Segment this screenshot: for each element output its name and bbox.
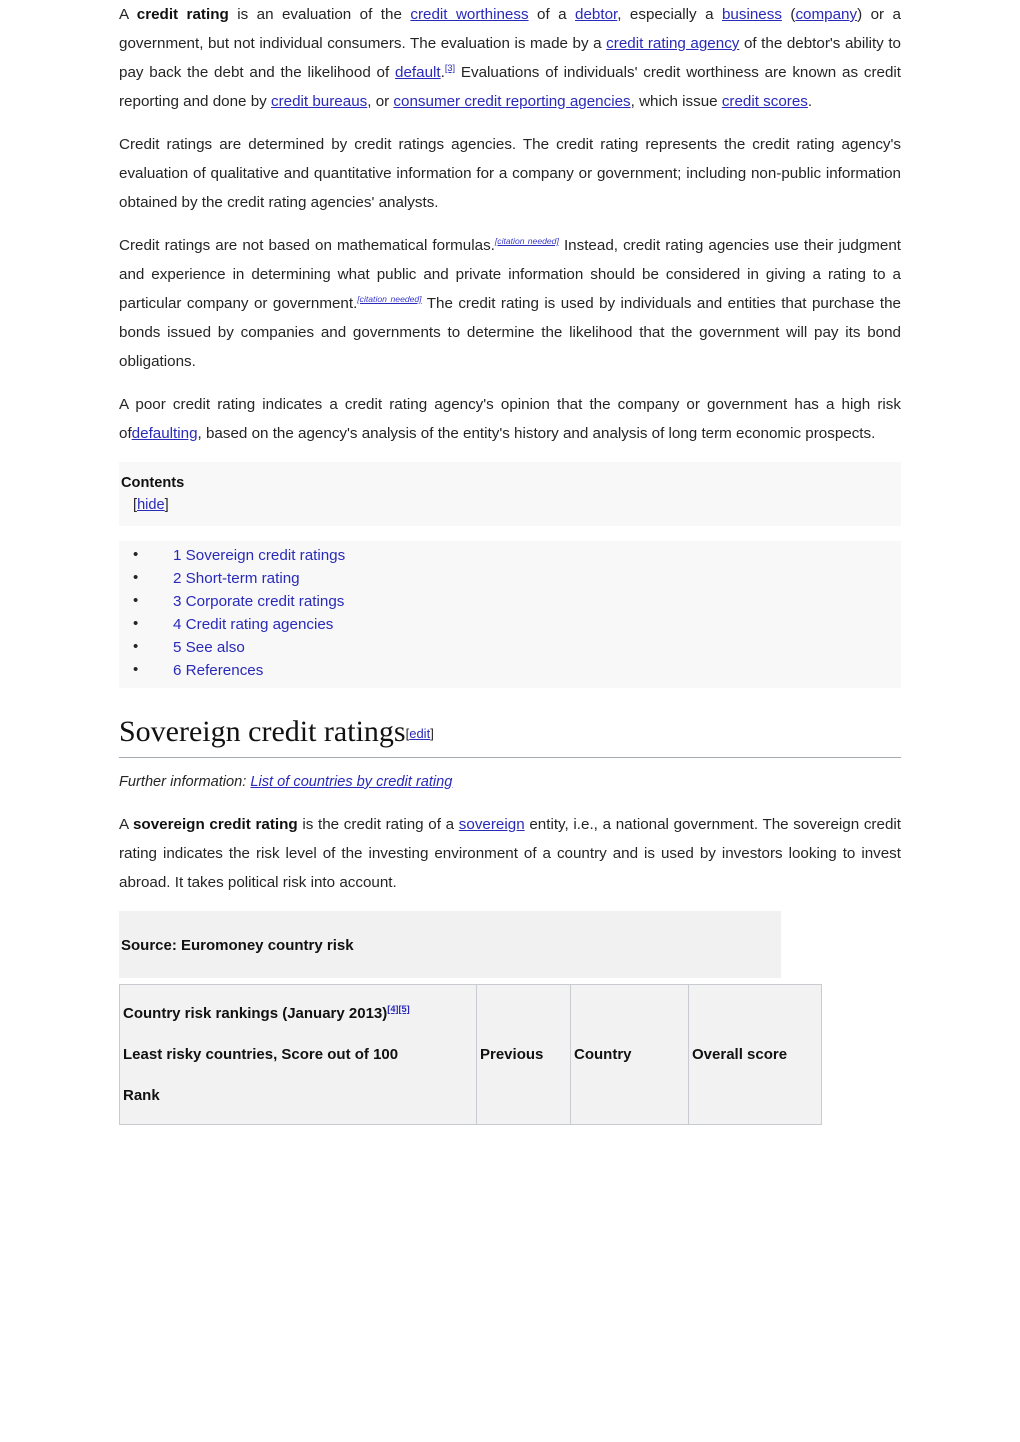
section-heading-text: Sovereign credit ratings [119, 715, 406, 748]
inline-link[interactable]: sovereign [459, 816, 525, 833]
bracket-close: ] [430, 726, 434, 741]
contents-list: 1 Sovereign credit ratings 2 Short-term … [119, 541, 901, 688]
inline-link[interactable]: business [722, 6, 782, 23]
further-information-prefix: Further information: [119, 774, 251, 790]
bold-term: sovereign credit rating [132, 816, 298, 833]
inline-link[interactable]: credit rating agency [606, 35, 739, 52]
text-run: . [807, 93, 813, 110]
list-item[interactable]: 2 Short-term rating [119, 566, 901, 590]
text-run: , based on the agency's analysis of the … [197, 425, 876, 442]
table-header-citation[interactable]: [4][5] [387, 1004, 409, 1014]
toc-link-3[interactable]: 3 Corporate credit ratings [173, 593, 344, 610]
list-item[interactable]: 5 See also [119, 635, 901, 659]
further-information-note: Further information: List of countries b… [119, 770, 901, 794]
inline-link[interactable]: defaulting [132, 425, 198, 442]
article-content: A credit rating is an evaluation of the … [119, 0, 901, 1125]
inline-link[interactable]: credit bureaus [271, 93, 367, 110]
table-header-rank-line3: Rank [123, 1087, 160, 1104]
table-header-rank-title: Country risk rankings (January 2013) [123, 1005, 388, 1022]
contents-toggle[interactable]: [hide] [119, 494, 901, 516]
inline-link[interactable]: credit scores [722, 93, 808, 110]
inline-link[interactable]: consumer credit reporting agencies [393, 93, 630, 110]
section-edit-link[interactable]: edit [409, 726, 430, 741]
citation-link[interactable]: [3] [445, 63, 455, 73]
table-header-rank-line2: Least risky countries, Score out of 100 [123, 1046, 399, 1063]
list-item[interactable]: 4 Credit rating agencies [119, 612, 901, 636]
table-source-caption: Source: Euromoney country risk [119, 911, 781, 978]
text-run: A [119, 6, 137, 23]
inline-link[interactable]: debtor [575, 6, 617, 23]
paragraph-poor-rating: A poor credit rating indicates a credit … [119, 390, 901, 448]
inline-link[interactable]: default [395, 64, 441, 81]
bracket-close: ] [164, 497, 169, 513]
list-item[interactable]: 6 References [119, 658, 901, 682]
table-header-previous: Previous [476, 984, 571, 1125]
toc-link-2[interactable]: 2 Short-term rating [173, 570, 300, 587]
further-information-link[interactable]: List of countries by credit rating [250, 774, 452, 790]
citation-needed-link[interactable]: [citation needed] [495, 236, 559, 246]
citation-needed[interactable]: [citation needed] [495, 236, 559, 246]
text-run: Credit ratings are not based on mathemat… [119, 237, 495, 254]
inline-link[interactable]: company [795, 6, 857, 23]
paragraph-not-formulas: Credit ratings are not based on mathemat… [119, 231, 901, 376]
text-run: , especially a [617, 6, 722, 23]
text-run: ( [781, 6, 796, 23]
section-heading-sovereign-credit-ratings: Sovereign credit ratings[edit] [119, 714, 901, 758]
paragraph-sovereign-definition: A sovereign credit rating is the credit … [119, 810, 901, 897]
text-run: A [119, 816, 133, 833]
table-header-rank: Country risk rankings (January 2013)[4][… [119, 984, 477, 1125]
citation-needed[interactable]: [citation needed] [357, 294, 421, 304]
text-run: , or [367, 93, 394, 110]
toc-link-5[interactable]: 5 See also [173, 639, 245, 656]
list-item[interactable]: 3 Corporate credit ratings [119, 589, 901, 613]
contents-hide-link[interactable]: hide [137, 497, 165, 513]
bold-term: credit rating [136, 6, 229, 23]
citation-link-4-5[interactable]: [4][5] [387, 1004, 409, 1014]
paragraph-determined: Credit ratings are determined by credit … [119, 130, 901, 217]
list-item[interactable]: 1 Sovereign credit ratings [119, 543, 901, 567]
table-header-rank-line1: Country risk rankings (January 2013)[4][… [123, 993, 470, 1034]
text-run: of a [528, 6, 576, 23]
text-run: is the credit rating of a [297, 816, 459, 833]
toc-link-1[interactable]: 1 Sovereign credit ratings [173, 547, 345, 564]
text-run: , which issue [630, 93, 722, 110]
inline-link[interactable]: credit worthiness [410, 6, 528, 23]
table-header-country: Country [570, 984, 689, 1125]
table-header-overall-score: Overall score [688, 984, 822, 1125]
contents-title: Contents [121, 475, 185, 491]
toc-link-4[interactable]: 4 Credit rating agencies [173, 616, 333, 633]
toc-link-6[interactable]: 6 References [173, 662, 263, 679]
paragraph-intro: A credit rating is an evaluation of the … [119, 0, 901, 116]
contents-header: Contents [hide] [119, 462, 901, 526]
table-header-row: Country risk rankings (January 2013)[4][… [119, 984, 822, 1125]
country-risk-rankings-table: Country risk rankings (January 2013)[4][… [119, 984, 822, 1125]
text-run: is an evaluation of the [228, 6, 411, 23]
contents-gap [119, 526, 901, 541]
section-edit-link-wrapper[interactable]: [edit] [406, 726, 434, 741]
text-run: Credit ratings are determined by credit … [119, 136, 901, 211]
citation-needed-link[interactable]: [citation needed] [357, 294, 421, 304]
citation-ref[interactable]: [3] [445, 63, 455, 73]
